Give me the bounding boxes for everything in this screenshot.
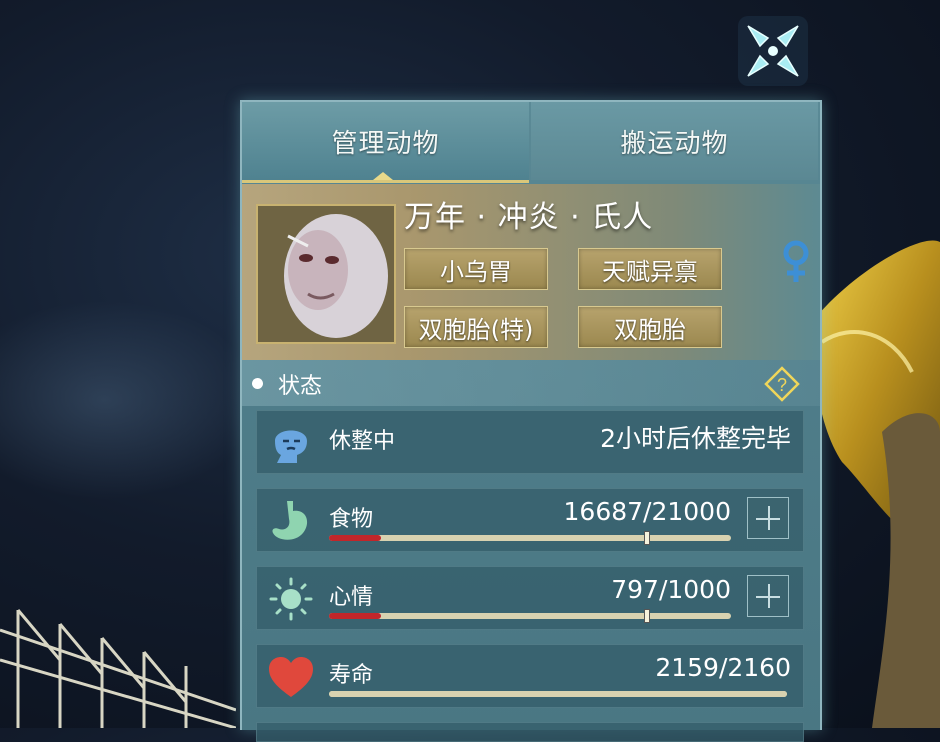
animal-panel: 管理动物 搬运动物 万年 · 冲炎 · 氏人 小乌胃 天赋异禀 双胞胎(特) 双… bbox=[240, 100, 822, 742]
background-creature bbox=[812, 240, 940, 728]
mood-bar bbox=[329, 609, 731, 623]
food-bar-fill bbox=[329, 535, 382, 541]
food-row: 食物 16687/21000 bbox=[256, 488, 804, 552]
question-diamond-icon[interactable]: ? bbox=[764, 366, 800, 402]
background-fence bbox=[0, 609, 236, 728]
trait-tag[interactable]: 双胞胎(特) bbox=[404, 306, 548, 348]
lifespan-bar-fill bbox=[329, 691, 787, 697]
close-button[interactable] bbox=[736, 14, 810, 88]
mood-bar-fill bbox=[329, 613, 382, 619]
food-value: 16687/21000 bbox=[563, 497, 731, 526]
food-label: 食物 bbox=[329, 507, 374, 532]
trait-tag[interactable]: 双胞胎 bbox=[578, 306, 722, 348]
female-icon bbox=[783, 240, 809, 282]
tab-manage-animal[interactable]: 管理动物 bbox=[242, 102, 529, 183]
mood-label: 心情 bbox=[329, 585, 374, 610]
lifespan-bar bbox=[329, 691, 787, 697]
active-tab-indicator bbox=[373, 172, 393, 180]
rest-status-row: 休整中 2小时后休整完毕 bbox=[256, 410, 804, 474]
stomach-icon bbox=[272, 501, 308, 540]
bullet-icon bbox=[252, 378, 263, 389]
svg-text:?: ? bbox=[777, 375, 787, 395]
trait-tag[interactable]: 天赋异禀 bbox=[578, 248, 722, 290]
food-bar-marker bbox=[643, 531, 650, 545]
sun-icon bbox=[269, 577, 313, 621]
resting-face-icon bbox=[275, 430, 307, 463]
food-bar bbox=[329, 531, 731, 545]
background-glow bbox=[0, 300, 260, 500]
trait-tag[interactable]: 小乌胃 bbox=[404, 248, 548, 290]
lifespan-label: 寿命 bbox=[329, 663, 374, 688]
status-section-header: 状态 ? bbox=[242, 360, 820, 406]
add-mood-button[interactable] bbox=[747, 575, 789, 617]
rest-label: 休整中 bbox=[329, 429, 396, 454]
animal-name: 万年 · 冲炎 · 氏人 bbox=[404, 200, 654, 235]
mood-value: 797/1000 bbox=[611, 575, 731, 604]
lifespan-value: 2159/2160 bbox=[655, 653, 791, 682]
creature-face-image bbox=[258, 206, 394, 342]
add-food-button[interactable] bbox=[747, 497, 789, 539]
mood-row: 心情 797/1000 bbox=[256, 566, 804, 630]
status-title: 状态 bbox=[278, 374, 323, 399]
heart-icon bbox=[269, 657, 313, 697]
mood-bar-marker bbox=[643, 609, 650, 623]
animal-profile: 万年 · 冲炎 · 氏人 小乌胃 天赋异禀 双胞胎(特) 双胞胎 bbox=[242, 184, 820, 360]
rest-value: 2小时后休整完毕 bbox=[600, 424, 791, 453]
tab-bar: 管理动物 搬运动物 bbox=[242, 102, 820, 183]
tab-carry-animal[interactable]: 搬运动物 bbox=[531, 102, 818, 180]
next-row-partial bbox=[256, 722, 804, 742]
animal-portrait bbox=[256, 204, 396, 344]
lifespan-row: 寿命 2159/2160 bbox=[256, 644, 804, 708]
